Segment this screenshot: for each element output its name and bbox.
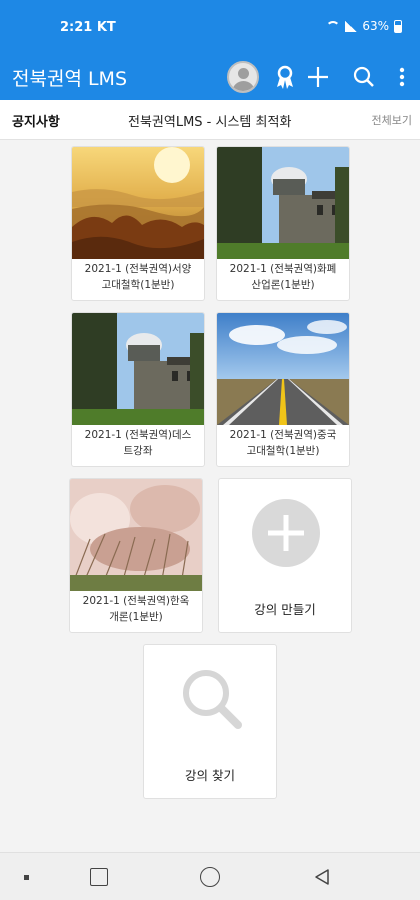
find-course-button[interactable]: 강의 찾기 bbox=[143, 644, 277, 799]
find-course-label: 강의 찾기 bbox=[185, 768, 235, 783]
more-vertical-icon[interactable] bbox=[388, 63, 416, 91]
course-card[interactable]: 2021-1 (전북권역)데스 트강좌 bbox=[71, 312, 205, 467]
app-title: 전북권역 LMS bbox=[12, 68, 127, 90]
status-bar: 2:21 KT 63% bbox=[0, 0, 420, 55]
status-indicators: 63% bbox=[326, 19, 402, 33]
home-icon[interactable] bbox=[200, 867, 220, 887]
create-course-button[interactable]: 강의 만들기 bbox=[218, 478, 352, 633]
recents-icon[interactable] bbox=[90, 868, 108, 886]
battery-icon bbox=[394, 19, 402, 33]
course-thumbnail bbox=[217, 313, 349, 425]
notice-label: 공지사항 bbox=[12, 115, 60, 130]
course-card[interactable]: 2021-1 (전북권역)중국 고대철학(1분반) bbox=[216, 312, 350, 467]
course-title: 2021-1 (전북권역)한옥 개론(1분반) bbox=[82, 595, 190, 623]
add-circle-icon bbox=[252, 499, 320, 567]
status-time: 2:21 KT bbox=[60, 20, 116, 35]
view-all-link[interactable]: 전체보기 bbox=[372, 112, 412, 128]
signal-icon bbox=[345, 20, 358, 32]
course-title: 2021-1 (전북권역)화폐 산업론(1분반) bbox=[229, 263, 337, 291]
back-icon[interactable] bbox=[313, 868, 331, 886]
course-thumbnail bbox=[217, 147, 349, 259]
avatar-icon[interactable] bbox=[227, 61, 259, 93]
search-course-icon bbox=[183, 670, 242, 729]
course-card[interactable]: 2021-1 (전북권역)화폐 산업론(1분반) bbox=[216, 146, 350, 301]
search-icon[interactable] bbox=[350, 63, 378, 91]
course-title: 2021-1 (전북권역)서양 고대철학(1분반) bbox=[84, 263, 192, 291]
course-card[interactable]: 2021-1 (전북권역)서양 고대철학(1분반) bbox=[71, 146, 205, 301]
course-title: 2021-1 (전북권역)중국 고대철학(1분반) bbox=[229, 429, 337, 457]
course-title: 2021-1 (전북권역)데스 트강좌 bbox=[84, 429, 192, 457]
course-card[interactable]: 2021-1 (전북권역)한옥 개론(1분반) bbox=[69, 478, 203, 633]
plus-icon[interactable] bbox=[304, 63, 332, 91]
recent-dot-icon[interactable] bbox=[24, 875, 29, 880]
battery-level: 63% bbox=[362, 19, 389, 33]
notice-text[interactable]: 전북권역LMS - 시스템 최적화 bbox=[128, 111, 291, 130]
create-course-label: 강의 만들기 bbox=[254, 602, 316, 617]
course-thumbnail bbox=[72, 313, 204, 425]
notice-bar[interactable]: 공지사항 전북권역LMS - 시스템 최적화 전체보기 bbox=[0, 100, 420, 140]
ribbon-icon[interactable] bbox=[271, 63, 299, 91]
course-thumbnail bbox=[70, 479, 202, 591]
system-nav-bar bbox=[0, 852, 420, 900]
app-bar: 전북권역 LMS bbox=[0, 55, 420, 100]
wifi-icon bbox=[326, 20, 341, 32]
course-thumbnail bbox=[72, 147, 204, 259]
